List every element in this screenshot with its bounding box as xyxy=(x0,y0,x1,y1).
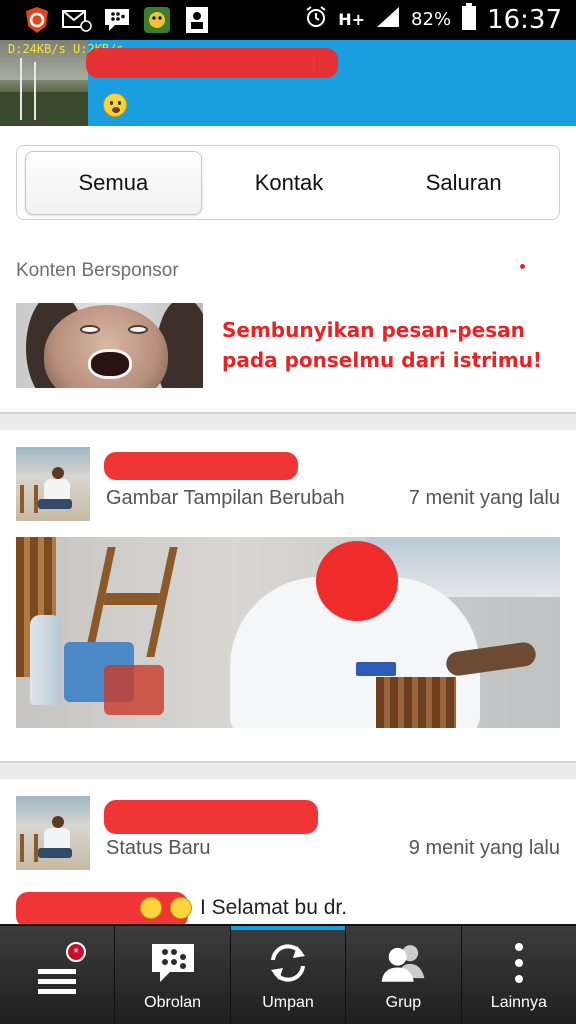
alarm-icon xyxy=(304,5,328,34)
status-emoji-icon xyxy=(103,93,127,117)
bottom-navigation: * Obrolan Umpan Grup Lainnya xyxy=(0,924,576,1024)
tab-saluran[interactable]: Saluran xyxy=(376,151,551,215)
emoji-icon xyxy=(140,897,162,919)
profile-header[interactable]: D:24KB/s U:2KB/s I xyxy=(0,40,576,126)
contact-avatar[interactable] xyxy=(16,796,90,870)
nav-lainnya[interactable]: Lainnya xyxy=(462,926,576,1024)
feed-item-image[interactable] xyxy=(16,537,560,728)
feed-item-time: 7 menit yang lalu xyxy=(408,487,560,509)
redaction-mark xyxy=(104,452,298,480)
feed-item-time: 9 menit yang lalu xyxy=(408,837,560,859)
refresh-icon xyxy=(263,940,313,986)
nav-label: Umpan xyxy=(262,994,314,1011)
network-type-indicator: H+ xyxy=(338,10,366,29)
battery-icon xyxy=(461,3,477,36)
tab-semua[interactable]: Semua xyxy=(25,150,202,215)
battery-percent: 82% xyxy=(411,9,452,30)
nav-menu[interactable]: * xyxy=(0,926,116,1024)
ad-text[interactable]: Sembunyikan pesan-pesan pada ponselmu da… xyxy=(222,315,562,375)
redaction-mark xyxy=(16,892,188,928)
feed-filter-tabs: Semua Kontak Saluran xyxy=(16,145,560,220)
ad-image[interactable] xyxy=(16,303,203,388)
nav-grup[interactable]: Grup xyxy=(346,926,462,1024)
feed-item-subtitle: Gambar Tampilan Berubah xyxy=(106,487,345,509)
indicator-dot xyxy=(520,264,525,269)
system-indicators: H+ 82% 16:37 xyxy=(304,3,562,36)
status-text: I Selamat bu dr. xyxy=(200,896,348,919)
notification-badge: * xyxy=(66,942,86,962)
contact-avatar[interactable] xyxy=(16,447,90,521)
nav-obrolan[interactable]: Obrolan xyxy=(115,926,231,1024)
clock: 16:37 xyxy=(487,4,562,35)
redaction-mark xyxy=(316,541,398,621)
signal-icon xyxy=(375,5,401,34)
divider xyxy=(0,761,576,779)
nav-umpan[interactable]: Umpan xyxy=(230,926,347,1024)
divider xyxy=(0,412,576,430)
sponsored-label: Konten Bersponsor xyxy=(16,260,179,281)
notification-icons xyxy=(22,5,212,35)
redaction-mark xyxy=(86,48,338,78)
tab-kontak[interactable]: Kontak xyxy=(202,151,377,215)
bbm-notification-icon xyxy=(102,5,132,35)
redaction-mark xyxy=(104,800,318,834)
nav-label: Lainnya xyxy=(490,994,547,1011)
emoji-icon xyxy=(170,897,192,919)
contact-card-icon xyxy=(182,5,212,35)
status-bar: H+ 82% 16:37 xyxy=(0,0,576,40)
mail-notification-icon xyxy=(62,5,92,35)
bbm-chat-icon xyxy=(148,940,198,986)
more-vertical-icon xyxy=(494,940,544,986)
feed-item-subtitle: Status Baru xyxy=(106,837,211,859)
group-icon xyxy=(378,940,428,986)
shield-app-icon xyxy=(22,5,52,35)
nav-label: Obrolan xyxy=(144,994,202,1011)
game-app-icon xyxy=(142,5,172,35)
menu-icon[interactable] xyxy=(32,958,82,1004)
nav-label: Grup xyxy=(385,994,422,1011)
